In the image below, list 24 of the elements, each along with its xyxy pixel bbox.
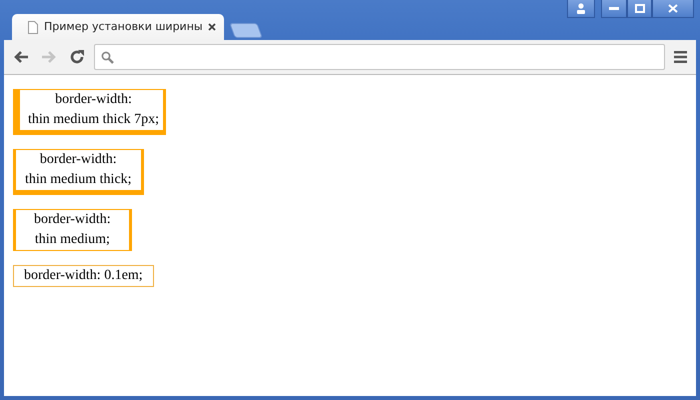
profile-button[interactable] xyxy=(567,0,595,18)
minimize-icon xyxy=(609,7,619,10)
maximize-button[interactable] xyxy=(627,0,652,18)
minimize-button[interactable] xyxy=(601,0,627,18)
bordered-text: border-width: thin medium; xyxy=(13,209,132,251)
bordered-text: border-width: thin medium thick 7px; xyxy=(13,89,166,135)
bordered-text: border-width: 0.1em; xyxy=(13,265,154,287)
page-icon xyxy=(28,20,38,34)
menu-icon xyxy=(674,51,687,63)
back-arrow-icon xyxy=(13,50,29,64)
browser-tab[interactable]: Пример установки ширины xyxy=(12,14,224,40)
tab-title: Пример установки ширины xyxy=(44,18,202,35)
bordered-text: border-width: thin medium thick; xyxy=(13,149,144,195)
menu-button[interactable] xyxy=(671,51,690,63)
close-button[interactable] xyxy=(652,0,694,18)
address-field[interactable] xyxy=(94,44,665,70)
new-tab-button[interactable] xyxy=(229,23,263,38)
forward-arrow-icon xyxy=(41,50,57,64)
maximize-icon xyxy=(634,4,644,13)
search-icon xyxy=(101,50,114,64)
person-icon xyxy=(576,3,586,14)
close-icon xyxy=(668,4,678,13)
reload-icon xyxy=(69,49,85,65)
close-icon[interactable] xyxy=(208,23,216,31)
